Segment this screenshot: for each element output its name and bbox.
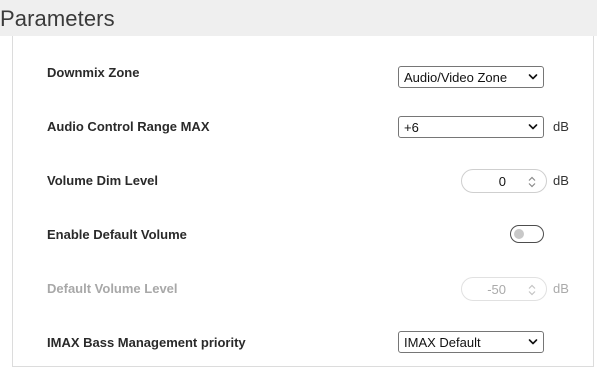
volume-dim-level-label: Volume Dim Level bbox=[47, 173, 159, 188]
volume-dim-level-value: 0 bbox=[498, 174, 506, 189]
page-title: Parameters bbox=[0, 6, 115, 31]
toggle-knob bbox=[514, 229, 524, 239]
imax-bass-management-priority-select[interactable]: IMAX Default bbox=[398, 331, 544, 353]
spinner-arrows-icon[interactable] bbox=[527, 175, 537, 189]
chevron-down-icon bbox=[528, 74, 538, 80]
audio-control-range-max-unit: dB bbox=[553, 119, 569, 134]
chevron-down-icon bbox=[528, 339, 538, 345]
default-volume-level-value: -50 bbox=[487, 282, 506, 297]
default-volume-level-unit: dB bbox=[553, 281, 569, 296]
imax-bass-management-priority-value: IMAX Default bbox=[404, 335, 481, 350]
spinner-arrows-icon bbox=[528, 284, 536, 296]
audio-control-range-max-select[interactable]: +6 bbox=[398, 116, 544, 138]
enable-default-volume-toggle[interactable] bbox=[510, 225, 544, 243]
audio-control-range-max-label: Audio Control Range MAX bbox=[47, 119, 210, 134]
downmix-zone-label: Downmix Zone bbox=[47, 65, 140, 80]
audio-control-range-max-value: +6 bbox=[404, 120, 419, 135]
default-volume-level-stepper: -50 bbox=[461, 277, 547, 301]
imax-bass-management-priority-label: IMAX Bass Management priority bbox=[47, 335, 246, 350]
volume-dim-level-unit: dB bbox=[553, 173, 569, 188]
enable-default-volume-label: Enable Default Volume bbox=[47, 227, 187, 242]
downmix-zone-select[interactable]: Audio/Video Zone bbox=[398, 66, 544, 88]
volume-dim-level-stepper[interactable]: 0 bbox=[461, 169, 547, 193]
chevron-down-icon bbox=[528, 124, 538, 130]
parameters-panel: Downmix Zone Audio/Video Zone Audio Cont… bbox=[12, 36, 594, 367]
parameters-header: Parameters bbox=[0, 0, 597, 36]
default-volume-level-label: Default Volume Level bbox=[47, 281, 178, 296]
downmix-zone-value: Audio/Video Zone bbox=[404, 70, 508, 85]
